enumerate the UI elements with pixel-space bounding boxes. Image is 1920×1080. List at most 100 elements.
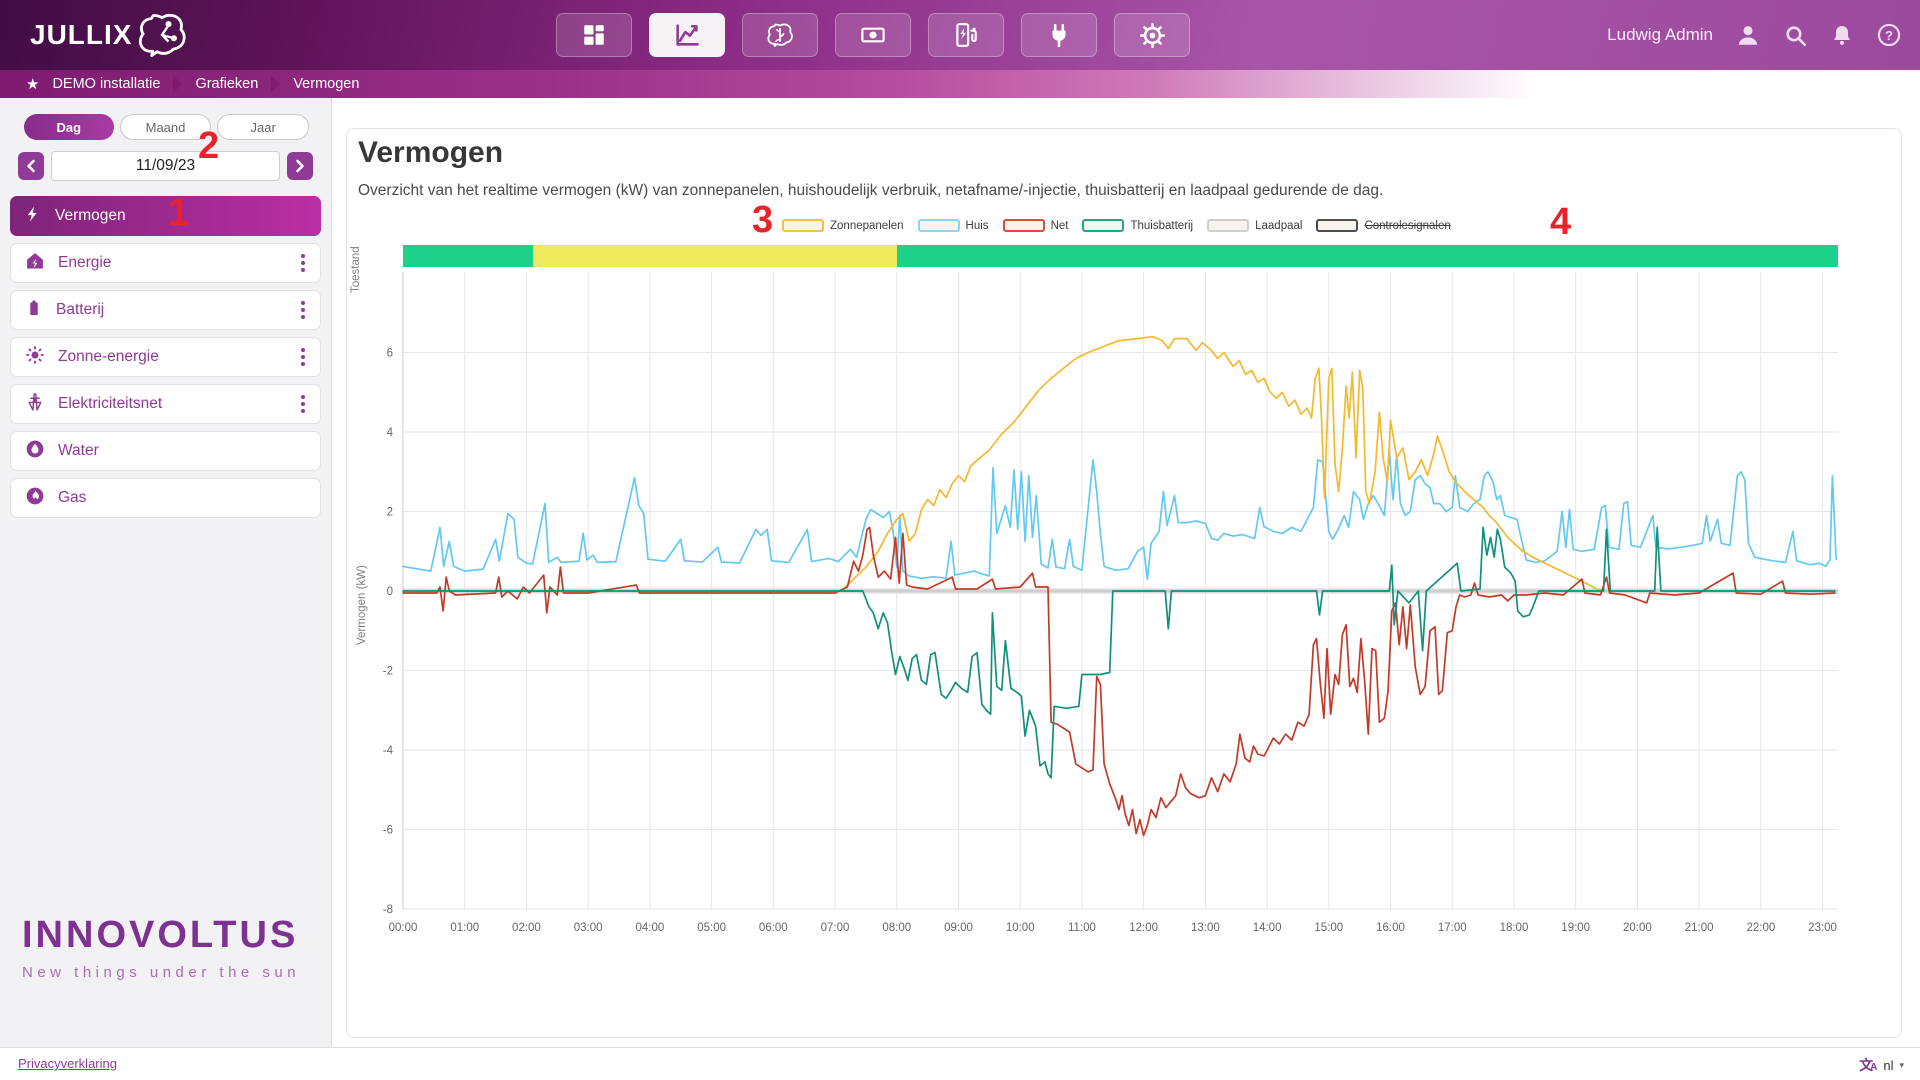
svg-text:12:00: 12:00 — [1129, 922, 1158, 934]
svg-text:6: 6 — [387, 348, 393, 360]
breadcrumb-grafieken[interactable]: Grafieken — [195, 76, 258, 92]
svg-text:07:00: 07:00 — [821, 922, 850, 934]
annotation-3: 3 — [752, 201, 773, 239]
nav-settings-button[interactable] — [1114, 13, 1190, 57]
user-avatar-icon[interactable] — [1735, 22, 1761, 48]
legend-swatch — [1003, 219, 1045, 232]
svg-text:-2: -2 — [383, 666, 393, 678]
sidebar-item-elektriciteitsnet[interactable]: Elektriciteitsnet — [10, 384, 321, 424]
sidebar-item-label: Batterij — [56, 301, 104, 319]
nav-charts-button[interactable] — [649, 13, 725, 57]
money-icon — [859, 22, 887, 48]
sidebar-item-label: Gas — [58, 489, 86, 507]
logo-text: JULLIX — [30, 19, 132, 51]
svg-text:-4: -4 — [383, 745, 394, 757]
previous-day-button[interactable] — [18, 152, 44, 180]
next-day-button[interactable] — [287, 152, 313, 180]
legend-swatch — [1082, 219, 1124, 232]
app-logo: JULLIX — [30, 13, 188, 57]
annotation-1: 1 — [168, 194, 189, 232]
legend-item-laadpaal[interactable]: Laadpaal — [1207, 219, 1302, 232]
language-code: nl — [1883, 1058, 1893, 1073]
brand-tagline: New things under the sun — [22, 964, 300, 981]
legend-item-thuisbatterij[interactable]: Thuisbatterij — [1082, 219, 1193, 232]
notifications-bell-icon[interactable] — [1830, 23, 1854, 48]
nav-ev-charger-button[interactable] — [928, 13, 1004, 57]
svg-text:14:00: 14:00 — [1253, 922, 1282, 934]
svg-text:04:00: 04:00 — [635, 922, 664, 934]
legend-item-huis[interactable]: Huis — [918, 219, 989, 232]
nav-dashboard-button[interactable] — [556, 13, 632, 57]
date-input[interactable]: 11/09/23 — [51, 151, 280, 181]
svg-text:15:00: 15:00 — [1314, 922, 1343, 934]
language-selector[interactable]: 文A nl ▾ — [1859, 1055, 1904, 1075]
annotation-2: 2 — [198, 127, 219, 165]
series-huis — [403, 452, 1836, 579]
breadcrumb-installation[interactable]: DEMO installatie — [52, 76, 160, 92]
svg-text:08:00: 08:00 — [882, 922, 911, 934]
legend-item-net[interactable]: Net — [1003, 219, 1069, 232]
legend-swatch — [918, 219, 960, 232]
sidebar-item-label: Energie — [58, 254, 111, 272]
search-icon[interactable] — [1783, 23, 1808, 48]
line-chart-icon — [673, 21, 701, 49]
nav-consumers-button[interactable] — [1021, 13, 1097, 57]
legend-item-controlesignalen[interactable]: Controlesignalen — [1316, 219, 1450, 232]
svg-text:-6: -6 — [383, 825, 393, 837]
nav-finance-button[interactable] — [835, 13, 911, 57]
breadcrumb-arrow-icon — [173, 75, 182, 93]
svg-text:09:00: 09:00 — [944, 922, 973, 934]
svg-text:?: ? — [1885, 28, 1893, 43]
legend-label: Zonnepanelen — [830, 220, 904, 232]
gas-flame-icon — [25, 486, 45, 511]
sidebar-item-label: Elektriciteitsnet — [58, 395, 162, 413]
legend-label: Thuisbatterij — [1130, 220, 1193, 232]
sun-icon — [25, 345, 45, 370]
plug-icon — [1046, 22, 1072, 48]
svg-text:01:00: 01:00 — [450, 922, 479, 934]
svg-text:02:00: 02:00 — [512, 922, 541, 934]
sidebar-item-gas[interactable]: Gas — [10, 478, 321, 518]
sidebar-item-batterij[interactable]: Batterij — [10, 290, 321, 330]
svg-text:03:00: 03:00 — [574, 922, 603, 934]
help-icon[interactable]: ? — [1876, 22, 1902, 48]
sidebar-item-zonne-energie[interactable]: Zonne-energie — [10, 337, 321, 377]
dashboard-icon — [581, 22, 607, 48]
kebab-menu-icon[interactable] — [300, 394, 306, 414]
breadcrumb-vermogen[interactable]: Vermogen — [293, 76, 359, 92]
svg-text:4: 4 — [387, 427, 394, 439]
legend-label: Huis — [966, 220, 989, 232]
period-tabs: Dag Maand Jaar — [24, 114, 309, 140]
legend-item-zonnepanelen[interactable]: Zonnepanelen — [782, 219, 904, 232]
breadcrumb-arrow-icon — [271, 75, 280, 93]
user-name: Ludwig Admin — [1607, 25, 1713, 45]
tab-dag[interactable]: Dag — [24, 114, 114, 140]
power-chart[interactable]: 00:0001:0002:0003:0004:0005:0006:0007:00… — [336, 240, 1876, 952]
sidebar-item-water[interactable]: Water — [10, 431, 321, 471]
kebab-menu-icon[interactable] — [300, 347, 306, 367]
nav-ai-button[interactable] — [742, 13, 818, 57]
sidebar-item-energie[interactable]: Energie — [10, 243, 321, 283]
svg-text:23:00: 23:00 — [1808, 922, 1837, 934]
sidebar: Dag Maand Jaar 11/09/23 Vermogen Energie — [0, 98, 332, 1047]
kebab-menu-icon[interactable] — [300, 253, 306, 273]
brand-name: INNOVOLTUS — [22, 914, 300, 957]
footer: Privacyverklaring 文A nl ▾ — [0, 1047, 1920, 1080]
kebab-menu-icon[interactable] — [300, 300, 306, 320]
privacy-link[interactable]: Privacyverklaring — [18, 1056, 117, 1071]
legend-label: Controlesignalen — [1364, 220, 1450, 232]
sidebar-item-vermogen[interactable]: Vermogen — [10, 196, 321, 236]
sidebar-item-label: Zonne-energie — [58, 348, 159, 366]
favorite-star-icon[interactable]: ★ — [26, 75, 39, 93]
tab-jaar[interactable]: Jaar — [217, 114, 309, 140]
house-energy-icon — [25, 251, 45, 276]
svg-text:11:00: 11:00 — [1068, 922, 1096, 934]
innovoltus-logo: INNOVOLTUS New things under the sun — [22, 914, 300, 981]
series-thuisbatterij — [403, 527, 1835, 777]
legend-swatch — [782, 219, 824, 232]
pylon-icon — [25, 392, 45, 417]
legend-swatch — [1316, 219, 1358, 232]
svg-text:00:00: 00:00 — [389, 922, 418, 934]
svg-text:06:00: 06:00 — [759, 922, 788, 934]
brain-logo-icon — [136, 13, 188, 57]
